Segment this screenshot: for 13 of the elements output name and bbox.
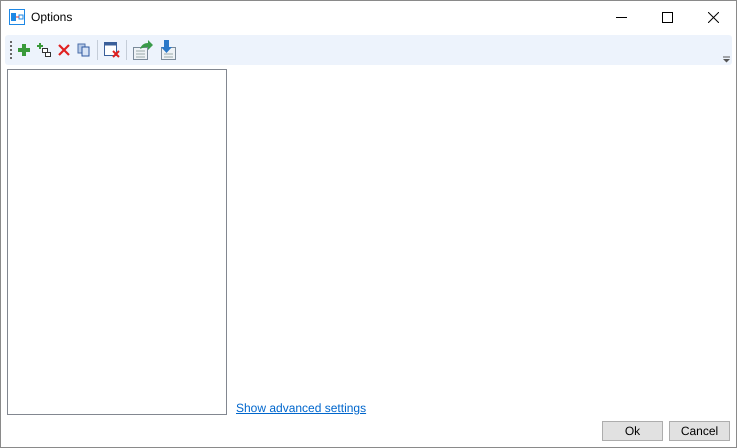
maximize-icon[interactable] — [662, 12, 672, 22]
copy-icon[interactable] — [76, 42, 92, 58]
cancel-button[interactable]: Cancel — [669, 421, 730, 441]
add-child-icon[interactable] — [36, 42, 52, 58]
export-icon[interactable] — [132, 39, 154, 61]
clear-icon[interactable] — [103, 41, 121, 59]
advanced-settings-link[interactable]: Show advanced settings — [236, 401, 366, 415]
app-icon — [9, 9, 25, 25]
delete-icon[interactable] — [56, 42, 72, 58]
close-icon[interactable] — [708, 12, 718, 22]
ok-button[interactable]: Ok — [602, 421, 663, 441]
window-title: Options — [31, 9, 72, 26]
overflow-icon[interactable] — [723, 56, 730, 63]
